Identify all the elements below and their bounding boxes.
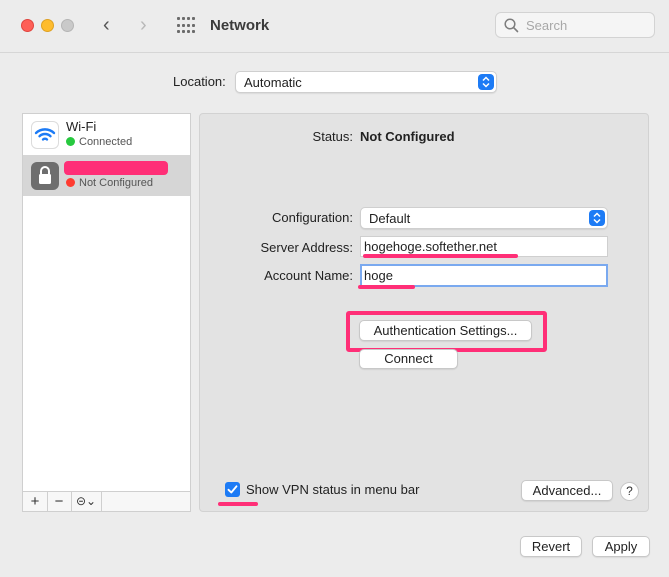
service-status-text: Connected (79, 136, 133, 148)
select-stepper-icon (589, 210, 605, 226)
location-value: Automatic (244, 75, 302, 90)
location-select[interactable]: Automatic (235, 71, 497, 93)
revert-button[interactable]: Revert (520, 536, 582, 557)
status-dot-icon (66, 137, 75, 146)
zoom-window-button[interactable] (61, 19, 74, 32)
service-status-text: Not Configured (79, 177, 153, 189)
service-status: Connected (66, 136, 132, 148)
lock-icon (31, 162, 59, 190)
server-address-label: Server Address: (260, 240, 354, 255)
show-vpn-status-checkbox[interactable] (225, 482, 240, 497)
title-bar: ‹ › Network (0, 0, 669, 53)
annotation-underline (218, 502, 258, 506)
authentication-settings-button[interactable]: Authentication Settings... (359, 320, 532, 341)
network-preferences-window: ‹ › Network Location: Automatic (0, 0, 669, 577)
redacted-service-name (64, 161, 168, 175)
forward-icon[interactable]: › (140, 14, 147, 36)
search-icon (504, 18, 519, 33)
help-button[interactable]: ? (620, 482, 639, 501)
advanced-button[interactable]: Advanced... (521, 480, 613, 501)
service-list-toolbar: + − ⊝⌄ (22, 491, 191, 512)
configuration-select[interactable]: Default (360, 207, 608, 229)
add-service-button[interactable]: + (23, 492, 48, 511)
search-field[interactable] (495, 12, 655, 38)
minimize-window-button[interactable] (41, 19, 54, 32)
window-title: Network (210, 17, 270, 34)
account-name-label: Account Name: (264, 268, 353, 283)
account-name-field[interactable]: hoge (360, 264, 608, 287)
location-label: Location: (173, 74, 226, 89)
back-icon[interactable]: ‹ (103, 14, 110, 36)
server-address-value: hogehoge.softether.net (364, 239, 498, 254)
configuration-label: Configuration: (272, 210, 353, 225)
status-value: Not Configured (360, 129, 455, 144)
show-all-grid-icon[interactable] (177, 17, 195, 35)
show-vpn-status-label[interactable]: Show VPN status in menu bar (246, 482, 419, 497)
select-stepper-icon (478, 74, 494, 90)
apply-button[interactable]: Apply (592, 536, 650, 557)
annotation-underline (363, 254, 518, 258)
remove-service-button[interactable]: − (47, 492, 72, 511)
wifi-icon (31, 121, 59, 149)
search-input[interactable] (526, 16, 646, 34)
connect-button[interactable]: Connect (359, 349, 458, 369)
action-menu-button[interactable]: ⊝⌄ (71, 492, 102, 511)
annotation-underline (358, 285, 415, 289)
service-item-wifi[interactable]: Wi-Fi Connected (23, 114, 190, 155)
close-window-button[interactable] (21, 19, 34, 32)
service-name: Wi-Fi (66, 119, 97, 134)
service-item-vpn[interactable]: Not Configured (23, 155, 190, 196)
service-list: Wi-Fi Connected Not Configured (22, 113, 191, 492)
checkmark-icon (227, 485, 238, 494)
account-name-value: hoge (364, 268, 393, 283)
service-status: Not Configured (66, 177, 153, 189)
status-label: Status: (312, 129, 353, 144)
configuration-value: Default (369, 211, 411, 226)
status-dot-icon (66, 178, 75, 187)
